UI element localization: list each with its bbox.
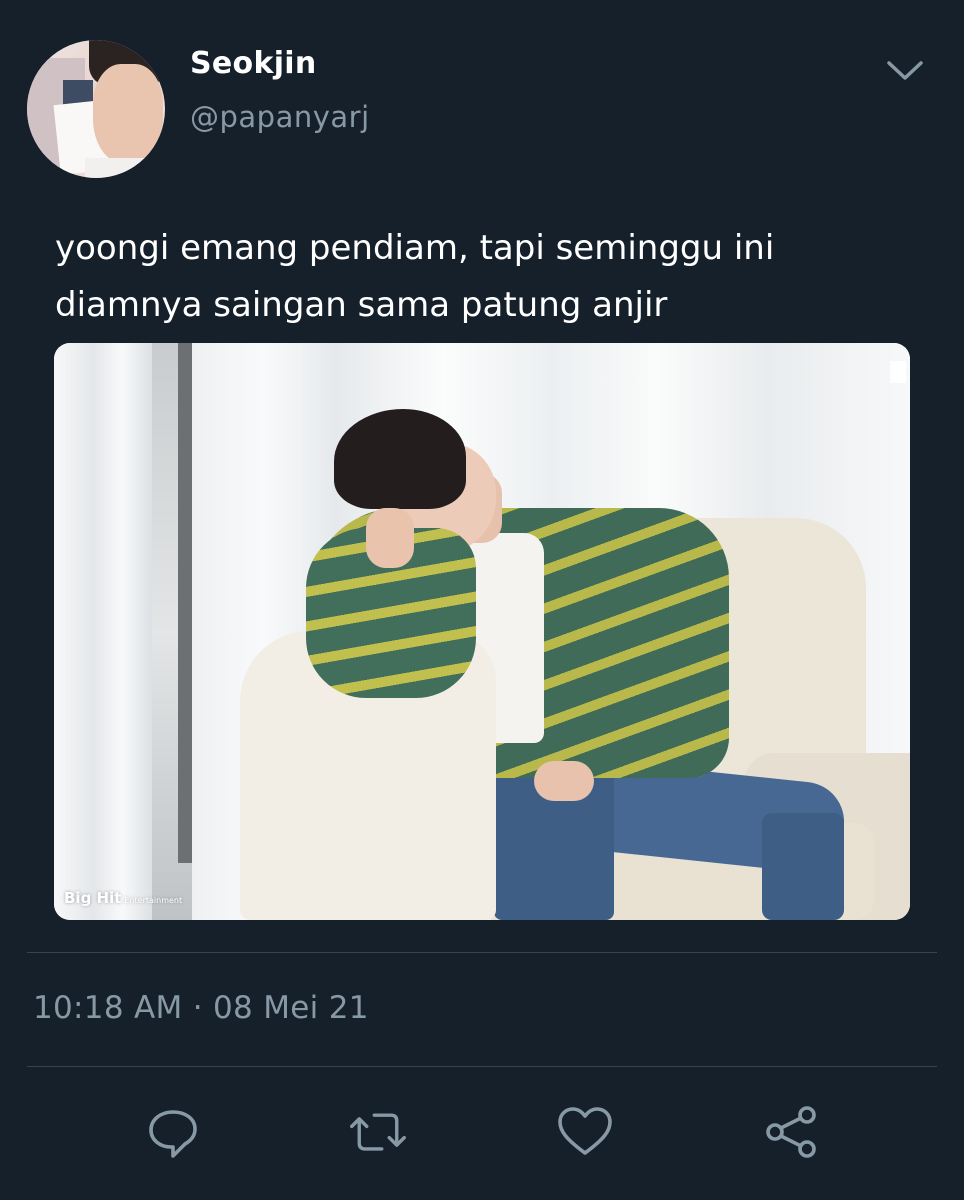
reply-button[interactable] — [143, 1102, 203, 1162]
hand — [534, 761, 594, 801]
share-icon — [766, 1106, 816, 1158]
avatar-shirt — [85, 158, 165, 178]
user-handle[interactable]: @papanyarj — [190, 100, 370, 134]
tweet-text: yoongi emang pendiam, tapi seminggu ini … — [55, 220, 915, 334]
tweet-text-line: diamnya saingan sama patung anjir — [55, 285, 668, 325]
heart-icon — [558, 1107, 612, 1155]
timestamp[interactable]: 10:18 AM · 08 Mei 21 — [33, 990, 369, 1026]
window-frame — [178, 343, 192, 863]
bookmark-icon — [890, 361, 906, 383]
tweet-text-line: yoongi emang pendiam, tapi seminggu ini — [55, 228, 775, 268]
avatar-face — [93, 64, 163, 164]
retweet-button[interactable] — [348, 1102, 408, 1162]
watermark: Big Hit Entertainment — [64, 889, 182, 907]
retweet-icon — [350, 1113, 406, 1151]
hair — [334, 409, 466, 509]
hand — [366, 508, 414, 568]
reply-icon — [149, 1110, 197, 1158]
watermark-sub: Entertainment — [124, 896, 183, 905]
divider — [27, 952, 937, 953]
tweet-photo[interactable]: Big Hit Entertainment — [54, 343, 910, 920]
curtain-left — [54, 343, 152, 920]
avatar[interactable] — [27, 40, 165, 178]
display-name[interactable]: Seokjin — [190, 46, 317, 81]
jeans-leg — [762, 813, 844, 920]
divider — [27, 1066, 937, 1067]
share-button[interactable] — [762, 1102, 822, 1162]
watermark-brand: Big Hit — [64, 889, 122, 907]
chevron-down-icon[interactable] — [886, 58, 924, 84]
like-button[interactable] — [555, 1102, 615, 1162]
